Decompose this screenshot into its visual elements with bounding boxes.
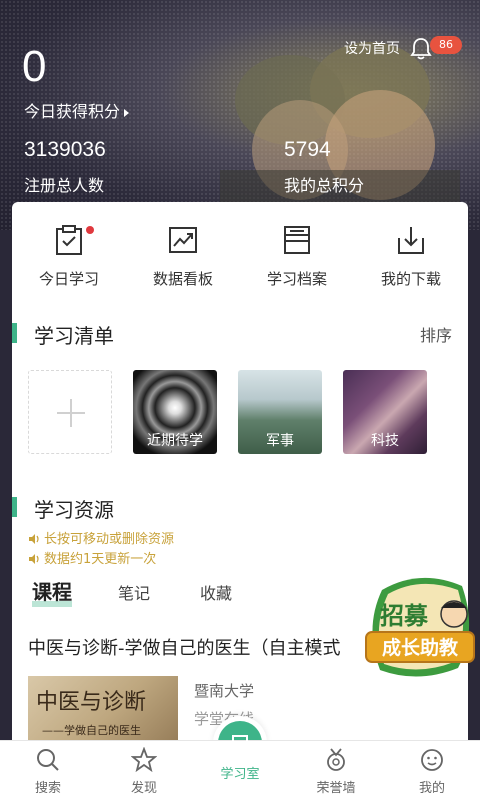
set-home-link[interactable]: 设为首页 xyxy=(344,38,400,58)
trend-chart-icon xyxy=(169,227,197,253)
quick-study-archive[interactable]: 学习档案 xyxy=(240,224,354,304)
list-tile-caption: 近期待学 xyxy=(147,433,203,449)
hint-text: 数据约1天更新一次 xyxy=(44,552,157,567)
search-icon xyxy=(37,749,59,771)
download-icon xyxy=(398,227,424,254)
soldiers-banner-image xyxy=(220,42,460,230)
resources-title: 学习资源 xyxy=(12,494,114,523)
nav-honor-wall[interactable]: 荣誉墙 xyxy=(288,741,384,800)
my-points-label: 我的总积分 xyxy=(284,176,365,195)
unread-dot xyxy=(86,226,94,234)
star-icon xyxy=(131,747,157,773)
header-banner: 设为首页 86 0 今日获得积分 3139036 注册总人数 5794 我的总积… xyxy=(0,0,480,230)
nav-label: 搜索 xyxy=(34,781,61,796)
tab-courses[interactable]: 课程 xyxy=(32,576,72,607)
list-tile-caption: 科技 xyxy=(371,433,399,449)
sort-button[interactable]: 排序 xyxy=(420,322,452,346)
study-list-title: 学习清单 xyxy=(12,320,114,349)
my-points-value: 5794 xyxy=(284,138,331,161)
promo-line2: 成长助教 xyxy=(382,636,459,659)
hint-text: 长按可移动或删除资源 xyxy=(44,532,175,547)
quick-data-board[interactable]: 数据看板 xyxy=(126,224,240,304)
list-tile-caption: 军事 xyxy=(266,433,294,449)
caret-right-icon xyxy=(124,108,130,117)
nav-study-room[interactable]: 学习室 xyxy=(192,735,288,800)
tab-notes[interactable]: 笔记 xyxy=(118,580,150,604)
recruit-assistant-badge[interactable]: 招募 成长助教 xyxy=(362,572,478,682)
today-points-label: 今日获得积分 xyxy=(24,102,121,121)
quick-actions: 今日学习 数据看板 学习档案 我的下载 xyxy=(12,224,468,304)
nav-me[interactable]: 我的 xyxy=(384,741,480,800)
nav-label: 学习室 xyxy=(220,767,260,782)
medal-icon xyxy=(327,748,345,771)
list-tile-military[interactable]: 军事 xyxy=(238,370,322,454)
total-users-label: 注册总人数 xyxy=(24,176,105,195)
quick-my-downloads[interactable]: 我的下载 xyxy=(354,224,468,304)
course-thumb-subtitle: ——学做自己的医生 xyxy=(42,724,141,737)
notification-badge: 86 xyxy=(430,36,462,54)
door-icon xyxy=(232,735,248,757)
course-title[interactable]: 中医与诊断-学做自己的医生（自主模式 xyxy=(28,634,341,660)
quick-today-study-label: 今日学习 xyxy=(38,270,99,288)
tab-favorites[interactable]: 收藏 xyxy=(200,580,232,604)
today-points-value: 0 xyxy=(22,42,47,91)
total-users-value: 3139036 xyxy=(24,138,106,161)
course-thumb-title: 中医与诊断 xyxy=(36,690,147,715)
today-points-link[interactable]: 今日获得积分 xyxy=(24,98,130,122)
bottom-nav: 搜索 发现 学习室 荣誉墙 我的 xyxy=(0,735,480,800)
nav-discover[interactable]: 发现 xyxy=(96,741,192,800)
list-tile-technology[interactable]: 科技 xyxy=(343,370,427,454)
profile-icon xyxy=(421,749,443,771)
quick-data-board-label: 数据看板 xyxy=(152,270,213,288)
bell-icon[interactable] xyxy=(410,36,432,60)
list-tile-upcoming[interactable]: 近期待学 xyxy=(133,370,217,454)
archive-icon xyxy=(284,226,310,254)
speaker-icon xyxy=(29,554,39,564)
nav-label: 发现 xyxy=(130,781,157,796)
quick-my-downloads-label: 我的下载 xyxy=(380,270,441,288)
hint-line: 数据约1天更新一次 xyxy=(28,548,156,567)
nav-search[interactable]: 搜索 xyxy=(0,741,96,800)
clipboard-check-icon xyxy=(56,225,82,255)
add-list-button[interactable] xyxy=(28,370,112,454)
quick-today-study[interactable]: 今日学习 xyxy=(12,224,126,304)
course-school: 暨南大学 xyxy=(194,682,255,700)
nav-label: 我的 xyxy=(418,781,445,796)
promo-line1: 招募 xyxy=(380,601,429,630)
study-list-tiles: 近期待学 军事 科技 xyxy=(28,370,448,456)
hint-line: 长按可移动或删除资源 xyxy=(28,528,174,547)
quick-study-archive-label: 学习档案 xyxy=(266,270,327,288)
speaker-icon xyxy=(29,534,39,544)
nav-label: 荣誉墙 xyxy=(316,781,356,796)
